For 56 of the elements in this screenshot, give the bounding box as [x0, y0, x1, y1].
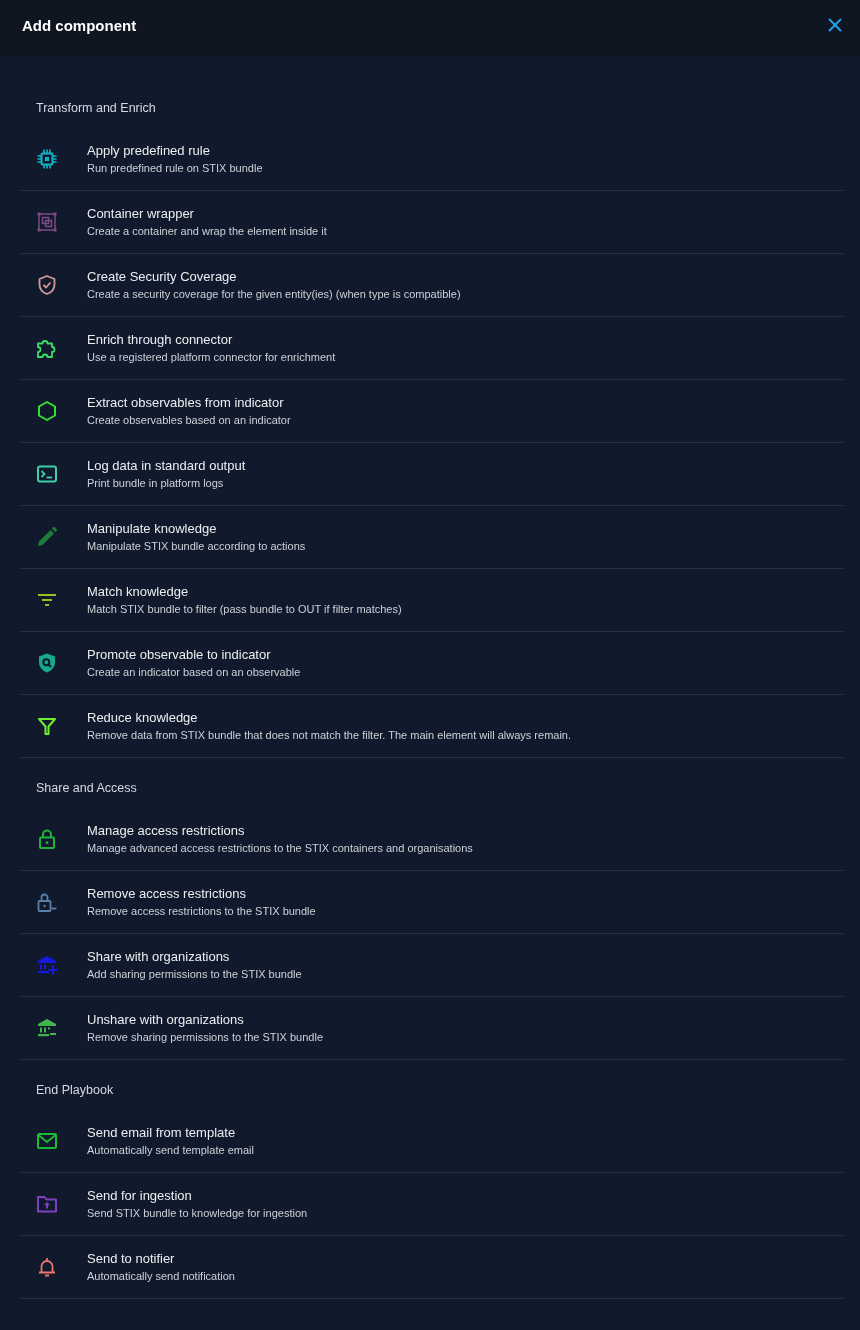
option-title: Log data in standard output: [87, 457, 246, 474]
option-description: Remove access restrictions to the STIX bundle: [87, 904, 316, 919]
option-title: Manipulate knowledge: [87, 520, 218, 537]
close-icon: [828, 18, 842, 32]
component-option[interactable]: Create Security Coverage Create a security coverage for the given entity(ies) (when type is compatible): [21, 254, 843, 317]
option-description: Print bundle in platform logs: [87, 476, 225, 491]
option-description: Remove data from STIX bundle that does not match the filter. The main element will always remain.: [87, 728, 572, 743]
component-option[interactable]: Send to notifier Automatically send notification: [21, 1236, 843, 1299]
option-description: Create observables based on an indicator: [87, 413, 291, 428]
option-title: Apply predefined rule: [87, 142, 211, 159]
option-title: Share with organizations: [87, 948, 231, 965]
option-title: Send for ingestion: [87, 1187, 193, 1204]
section-heading: Transform and Enrich: [35, 100, 157, 117]
component-option[interactable]: Send email from template Automatically send template email: [21, 1110, 843, 1173]
option-title: Send email from template: [87, 1124, 237, 1141]
component-option[interactable]: Promote observable to indicator Create an indicator based on an observable: [21, 632, 843, 695]
option-title: Extract observables from indicator: [87, 394, 285, 411]
option-description: Manipulate STIX bundle according to actions: [87, 539, 306, 554]
option-title: Remove access restrictions: [87, 885, 247, 902]
option-title: Promote observable to indicator: [87, 646, 272, 663]
option-title: Manage access restrictions: [87, 822, 246, 839]
panel-title: Add component: [22, 16, 137, 34]
section-heading: Share and Access: [35, 780, 138, 797]
option-description: Run predefined rule on STIX bundle: [87, 161, 263, 176]
option-title: Create Security Coverage: [87, 268, 238, 285]
option-description: Use a registered platform connector for enrichment: [87, 350, 336, 365]
component-option[interactable]: Manage access restrictions Manage advanced access restrictions to the STIX containers and organisations: [21, 808, 843, 871]
component-option[interactable]: Send for ingestion Send STIX bundle to knowledge for ingestion: [21, 1173, 843, 1236]
option-description: Send STIX bundle to knowledge for ingestion: [87, 1206, 308, 1221]
component-option[interactable]: Share with organizations Add sharing permissions to the STIX bundle: [21, 934, 843, 997]
component-option[interactable]: Unshare with organizations Remove sharing permissions to the STIX bundle: [21, 997, 843, 1060]
component-option[interactable]: Remove access restrictions Remove access restrictions to the STIX bundle: [21, 871, 843, 934]
option-title: Container wrapper: [87, 205, 195, 222]
option-title: Reduce knowledge: [87, 709, 199, 726]
option-description: Manage advanced access restrictions to the STIX containers and organisations: [87, 841, 473, 856]
option-description: Automatically send template email: [87, 1143, 254, 1158]
component-option[interactable]: Log data in standard output Print bundle in platform logs: [21, 443, 843, 506]
option-description: Match STIX bundle to filter (pass bundle to OUT if filter matches): [87, 602, 402, 617]
component-option[interactable]: Manipulate knowledge Manipulate STIX bundle according to actions: [21, 506, 843, 569]
component-option[interactable]: Container wrapper Create a container and wrap the element inside it: [21, 191, 843, 254]
section-heading: End Playbook: [35, 1082, 115, 1099]
option-title: Send to notifier: [87, 1250, 176, 1267]
option-description: Remove sharing permissions to the STIX bundle: [87, 1030, 323, 1045]
option-description: Create a security coverage for the given entity(ies) (when type is compatible): [87, 287, 461, 302]
option-title: Enrich through connector: [87, 331, 234, 348]
option-title: Unshare with organizations: [87, 1011, 245, 1028]
component-option[interactable]: Extract observables from indicator Create observables based on an indicator: [21, 380, 843, 443]
option-description: Automatically send notification: [87, 1269, 235, 1284]
option-description: Create a container and wrap the element inside it: [87, 224, 327, 239]
option-description: Create an indicator based on an observable: [87, 665, 301, 680]
component-option[interactable]: Match knowledge Match STIX bundle to filter (pass bundle to OUT if filter matches): [21, 569, 843, 632]
option-title: Match knowledge: [87, 583, 190, 600]
option-description: Add sharing permissions to the STIX bundle: [87, 967, 302, 982]
component-option[interactable]: Apply predefined rule Run predefined rule on STIX bundle: [21, 128, 843, 191]
component-option[interactable]: Reduce knowledge Remove data from STIX bundle that does not match the filter. The main element will always remain.: [21, 695, 843, 758]
component-option[interactable]: Enrich through connector Use a registered platform connector for enrichment: [21, 317, 843, 380]
